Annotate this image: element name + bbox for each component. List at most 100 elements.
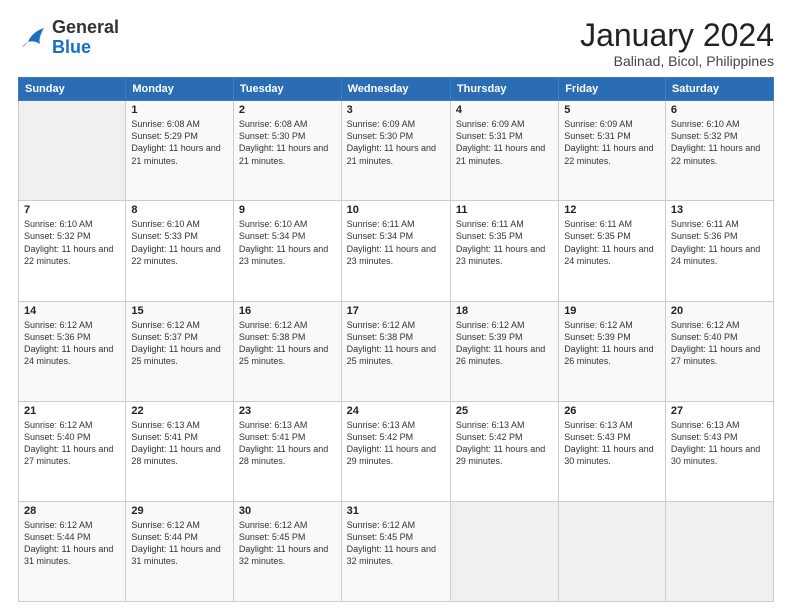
day-number: 29 [131,505,228,517]
day-info: Sunrise: 6:10 AM Sunset: 5:32 PM Dayligh… [24,218,120,267]
calendar-cell [559,501,666,601]
day-number: 26 [564,405,660,417]
day-info: Sunrise: 6:09 AM Sunset: 5:31 PM Dayligh… [564,118,660,167]
logo-text: General Blue [52,18,119,58]
day-number: 14 [24,305,120,317]
week-row-5: 28 Sunrise: 6:12 AM Sunset: 5:44 PM Dayli… [19,501,774,601]
day-info: Sunrise: 6:11 AM Sunset: 5:36 PM Dayligh… [671,218,768,267]
day-info: Sunrise: 6:12 AM Sunset: 5:36 PM Dayligh… [24,319,120,368]
day-number: 3 [347,104,445,116]
calendar-cell: 21Sunrise: 6:12 AM Sunset: 5:40 PM Dayli… [19,401,126,501]
calendar-cell: 17 Sunrise: 6:12 AM Sunset: 5:38 PM Dayli… [341,301,450,401]
calendar-cell: 30 Sunrise: 6:12 AM Sunset: 5:45 PM Dayli… [233,501,341,601]
calendar-cell: 3Sunrise: 6:09 AM Sunset: 5:30 PM Daylig… [341,101,450,201]
day-number: 12 [564,204,660,216]
day-header-thursday: Thursday [450,78,558,101]
header: General Blue January 2024 Balinad, Bicol… [18,18,774,69]
day-info: Sunrise: 6:08 AM Sunset: 5:29 PM Dayligh… [131,118,228,167]
title-block: January 2024 Balinad, Bicol, Philippines [580,18,774,69]
calendar-table: SundayMondayTuesdayWednesdayThursdayFrid… [18,77,774,602]
day-number: 6 [671,104,768,116]
calendar-cell: 15Sunrise: 6:12 AM Sunset: 5:37 PM Dayli… [126,301,234,401]
day-info: Sunrise: 6:13 AM Sunset: 5:42 PM Dayligh… [456,419,553,468]
day-info: Sunrise: 6:10 AM Sunset: 5:32 PM Dayligh… [671,118,768,167]
day-number: 25 [456,405,553,417]
day-number: 21 [24,405,120,417]
subtitle: Balinad, Bicol, Philippines [580,53,774,69]
calendar-cell: 20 Sunrise: 6:12 AM Sunset: 5:40 PM Dayli… [665,301,773,401]
calendar-cell: 27Sunrise: 6:13 AM Sunset: 5:43 PM Dayli… [665,401,773,501]
day-number: 28 [24,505,120,517]
logo-blue: Blue [52,38,119,58]
day-info: Sunrise: 6:12 AM Sunset: 5:38 PM Dayligh… [239,319,336,368]
day-number: 2 [239,104,336,116]
calendar-cell: 28Sunrise: 6:12 AM Sunset: 5:44 PM Dayli… [19,501,126,601]
calendar-cell [665,501,773,601]
calendar-cell [450,501,558,601]
calendar-cell: 22Sunrise: 6:13 AM Sunset: 5:41 PM Dayli… [126,401,234,501]
day-number: 18 [456,305,553,317]
day-info: Sunrise: 6:13 AM Sunset: 5:41 PM Dayligh… [239,419,336,468]
day-number: 20 [671,305,768,317]
day-info: Sunrise: 6:12 AM Sunset: 5:44 PM Dayligh… [131,519,228,568]
day-number: 7 [24,204,120,216]
calendar-cell: 24 Sunrise: 6:13 AM Sunset: 5:42 PM Dayli… [341,401,450,501]
calendar-cell: 31 Sunrise: 6:12 AM Sunset: 5:45 PM Dayli… [341,501,450,601]
day-info: Sunrise: 6:10 AM Sunset: 5:34 PM Dayligh… [239,218,336,267]
calendar-cell: 2 Sunrise: 6:08 AM Sunset: 5:30 PM Daylig… [233,101,341,201]
week-row-4: 21Sunrise: 6:12 AM Sunset: 5:40 PM Dayli… [19,401,774,501]
calendar-cell: 12Sunrise: 6:11 AM Sunset: 5:35 PM Dayli… [559,201,666,301]
calendar-cell: 6 Sunrise: 6:10 AM Sunset: 5:32 PM Daylig… [665,101,773,201]
calendar-cell: 23 Sunrise: 6:13 AM Sunset: 5:41 PM Dayli… [233,401,341,501]
day-number: 30 [239,505,336,517]
calendar-cell: 13 Sunrise: 6:11 AM Sunset: 5:36 PM Dayli… [665,201,773,301]
day-number: 8 [131,204,228,216]
week-row-1: 1Sunrise: 6:08 AM Sunset: 5:29 PM Daylig… [19,101,774,201]
day-number: 23 [239,405,336,417]
calendar-cell: 26 Sunrise: 6:13 AM Sunset: 5:43 PM Dayli… [559,401,666,501]
day-number: 24 [347,405,445,417]
day-info: Sunrise: 6:11 AM Sunset: 5:34 PM Dayligh… [347,218,445,267]
calendar-header: SundayMondayTuesdayWednesdayThursdayFrid… [19,78,774,101]
calendar-cell: 7 Sunrise: 6:10 AM Sunset: 5:32 PM Daylig… [19,201,126,301]
day-info: Sunrise: 6:12 AM Sunset: 5:45 PM Dayligh… [347,519,445,568]
month-title: January 2024 [580,18,774,53]
week-row-3: 14 Sunrise: 6:12 AM Sunset: 5:36 PM Dayli… [19,301,774,401]
day-header-wednesday: Wednesday [341,78,450,101]
day-info: Sunrise: 6:12 AM Sunset: 5:39 PM Dayligh… [456,319,553,368]
day-info: Sunrise: 6:09 AM Sunset: 5:31 PM Dayligh… [456,118,553,167]
day-number: 4 [456,104,553,116]
day-info: Sunrise: 6:11 AM Sunset: 5:35 PM Dayligh… [456,218,553,267]
day-number: 17 [347,305,445,317]
day-number: 31 [347,505,445,517]
calendar-cell: 10Sunrise: 6:11 AM Sunset: 5:34 PM Dayli… [341,201,450,301]
day-info: Sunrise: 6:13 AM Sunset: 5:43 PM Dayligh… [671,419,768,468]
calendar-cell: 16 Sunrise: 6:12 AM Sunset: 5:38 PM Dayli… [233,301,341,401]
calendar-cell: 1Sunrise: 6:08 AM Sunset: 5:29 PM Daylig… [126,101,234,201]
calendar-cell: 4 Sunrise: 6:09 AM Sunset: 5:31 PM Daylig… [450,101,558,201]
logo-general: General [52,18,119,38]
calendar-cell: 11 Sunrise: 6:11 AM Sunset: 5:35 PM Dayli… [450,201,558,301]
day-info: Sunrise: 6:10 AM Sunset: 5:33 PM Dayligh… [131,218,228,267]
day-number: 16 [239,305,336,317]
day-number: 22 [131,405,228,417]
day-header-tuesday: Tuesday [233,78,341,101]
day-number: 13 [671,204,768,216]
day-header-saturday: Saturday [665,78,773,101]
day-number: 11 [456,204,553,216]
calendar-cell: 14 Sunrise: 6:12 AM Sunset: 5:36 PM Dayli… [19,301,126,401]
day-info: Sunrise: 6:13 AM Sunset: 5:43 PM Dayligh… [564,419,660,468]
calendar-cell: 9Sunrise: 6:10 AM Sunset: 5:34 PM Daylig… [233,201,341,301]
day-info: Sunrise: 6:12 AM Sunset: 5:38 PM Dayligh… [347,319,445,368]
day-info: Sunrise: 6:12 AM Sunset: 5:45 PM Dayligh… [239,519,336,568]
day-header-monday: Monday [126,78,234,101]
day-info: Sunrise: 6:12 AM Sunset: 5:37 PM Dayligh… [131,319,228,368]
day-info: Sunrise: 6:08 AM Sunset: 5:30 PM Dayligh… [239,118,336,167]
calendar-cell [19,101,126,201]
logo: General Blue [18,18,119,58]
calendar-cell: 18 Sunrise: 6:12 AM Sunset: 5:39 PM Dayli… [450,301,558,401]
calendar-cell: 29 Sunrise: 6:12 AM Sunset: 5:44 PM Dayli… [126,501,234,601]
calendar-cell: 19Sunrise: 6:12 AM Sunset: 5:39 PM Dayli… [559,301,666,401]
day-info: Sunrise: 6:13 AM Sunset: 5:42 PM Dayligh… [347,419,445,468]
day-info: Sunrise: 6:12 AM Sunset: 5:40 PM Dayligh… [671,319,768,368]
